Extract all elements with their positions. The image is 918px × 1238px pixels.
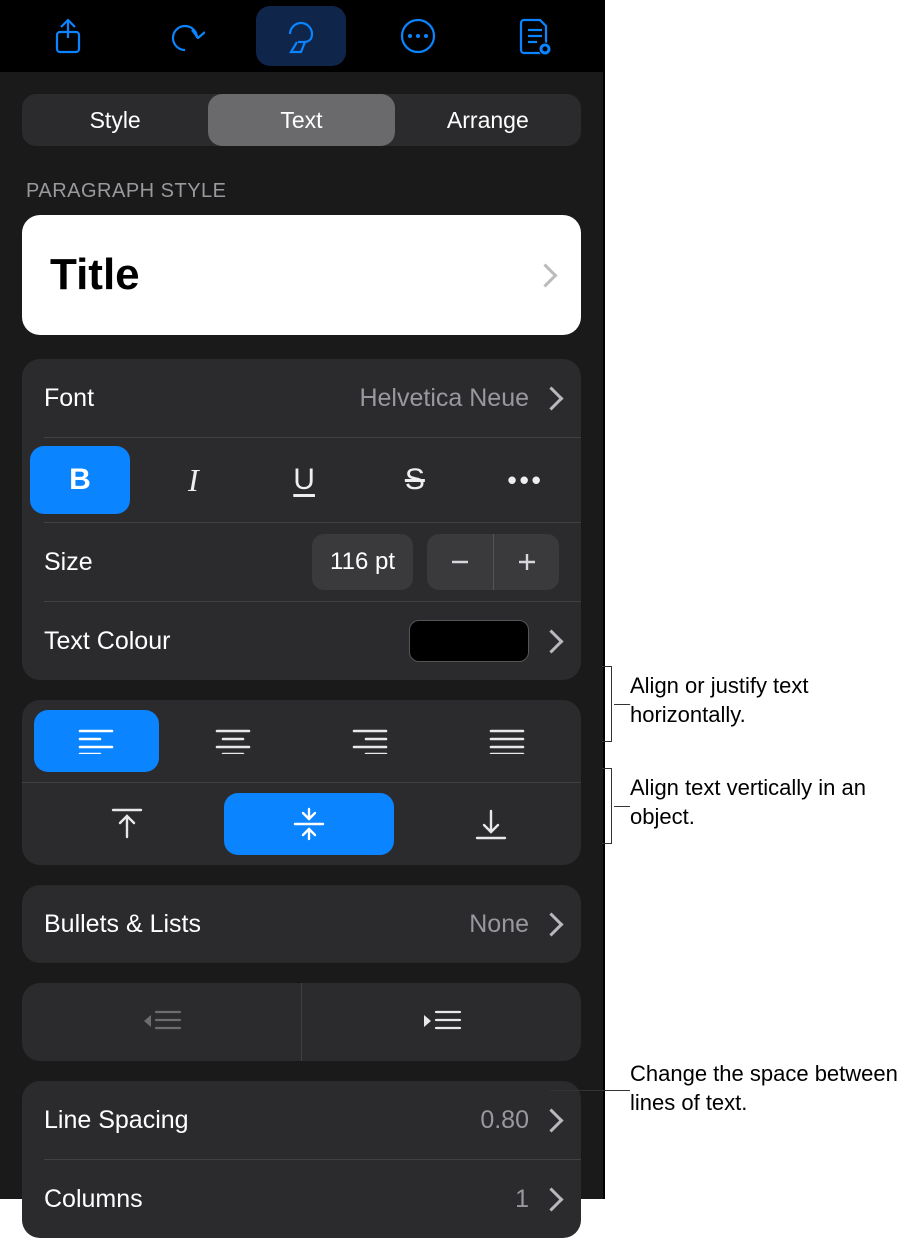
- line-spacing-row[interactable]: Line Spacing 0.80: [22, 1081, 581, 1159]
- more-button[interactable]: [373, 6, 463, 66]
- size-row: Size 116 pt: [22, 523, 581, 601]
- paragraph-style-selector[interactable]: Title: [22, 215, 581, 335]
- bullets-label: Bullets & Lists: [44, 910, 469, 939]
- font-value: Helvetica Neue: [359, 384, 529, 413]
- format-inspector-panel: Style Text Arrange PARAGRAPH STYLE Title…: [0, 0, 605, 1199]
- text-colour-row[interactable]: Text Colour: [22, 602, 581, 680]
- paragraph-style-value: Title: [50, 250, 539, 300]
- bullets-value: None: [469, 910, 529, 939]
- vertical-align-row: [22, 783, 581, 865]
- top-toolbar: [0, 0, 603, 72]
- undo-button[interactable]: [140, 6, 230, 66]
- callout-line-spacing: Change the space between lines of text.: [630, 1060, 918, 1117]
- font-style-buttons: B I U S •••: [22, 438, 581, 522]
- strikethrough-button[interactable]: S: [360, 438, 471, 522]
- bullets-panel: Bullets & Lists None: [22, 885, 581, 963]
- size-increase-button[interactable]: [493, 534, 559, 590]
- line-spacing-value: 0.80: [480, 1106, 529, 1135]
- size-decrease-button[interactable]: [427, 534, 493, 590]
- text-colour-label: Text Colour: [44, 627, 409, 656]
- chevron-right-icon: [545, 1107, 559, 1133]
- tab-style[interactable]: Style: [22, 94, 208, 146]
- decrease-indent-button[interactable]: [22, 983, 301, 1061]
- columns-row[interactable]: Columns 1: [22, 1160, 581, 1238]
- bold-button[interactable]: B: [30, 446, 130, 514]
- italic-button[interactable]: I: [138, 438, 249, 522]
- alignment-panel: [22, 700, 581, 865]
- tab-arrange[interactable]: Arrange: [395, 94, 581, 146]
- callout-horizontal-align: Align or justify text horizontally.: [630, 672, 910, 729]
- text-colour-swatch[interactable]: [409, 620, 529, 662]
- format-button[interactable]: [256, 6, 346, 66]
- chevron-right-icon: [545, 385, 559, 411]
- align-bottom-button[interactable]: [406, 793, 576, 855]
- indent-panel: [22, 983, 581, 1061]
- more-font-options-button[interactable]: •••: [470, 438, 581, 522]
- align-justify-button[interactable]: [444, 710, 569, 772]
- columns-label: Columns: [44, 1185, 515, 1214]
- font-panel: Font Helvetica Neue B I U S ••• Size 116…: [22, 359, 581, 680]
- callouts-layer: Align or justify text horizontally. Alig…: [605, 0, 918, 1199]
- bullets-row[interactable]: Bullets & Lists None: [22, 885, 581, 963]
- document-settings-button[interactable]: [490, 6, 580, 66]
- size-label: Size: [44, 548, 312, 577]
- font-row[interactable]: Font Helvetica Neue: [22, 359, 581, 437]
- chevron-right-icon: [545, 911, 559, 937]
- chevron-right-icon: [545, 628, 559, 654]
- align-middle-button[interactable]: [224, 793, 394, 855]
- share-button[interactable]: [23, 6, 113, 66]
- callout-vertical-align: Align text vertically in an object.: [630, 774, 910, 831]
- spacing-panel: Line Spacing 0.80 Columns 1: [22, 1081, 581, 1238]
- inspector-content: Style Text Arrange PARAGRAPH STYLE Title…: [0, 72, 603, 1238]
- font-label: Font: [44, 384, 359, 413]
- inspector-tabs: Style Text Arrange: [22, 94, 581, 146]
- chevron-right-icon: [545, 1186, 559, 1212]
- align-right-button[interactable]: [308, 710, 433, 772]
- horizontal-align-row: [22, 700, 581, 782]
- increase-indent-button[interactable]: [301, 983, 581, 1061]
- line-spacing-label: Line Spacing: [44, 1106, 480, 1135]
- tab-text[interactable]: Text: [208, 94, 394, 146]
- align-center-button[interactable]: [171, 710, 296, 772]
- columns-value: 1: [515, 1185, 529, 1214]
- align-top-button[interactable]: [42, 793, 212, 855]
- chevron-right-icon: [539, 262, 553, 288]
- underline-button[interactable]: U: [249, 438, 360, 522]
- size-value-field[interactable]: 116 pt: [312, 534, 413, 590]
- align-left-button[interactable]: [34, 710, 159, 772]
- paragraph-style-header: PARAGRAPH STYLE: [26, 180, 581, 203]
- size-stepper: [427, 534, 559, 590]
